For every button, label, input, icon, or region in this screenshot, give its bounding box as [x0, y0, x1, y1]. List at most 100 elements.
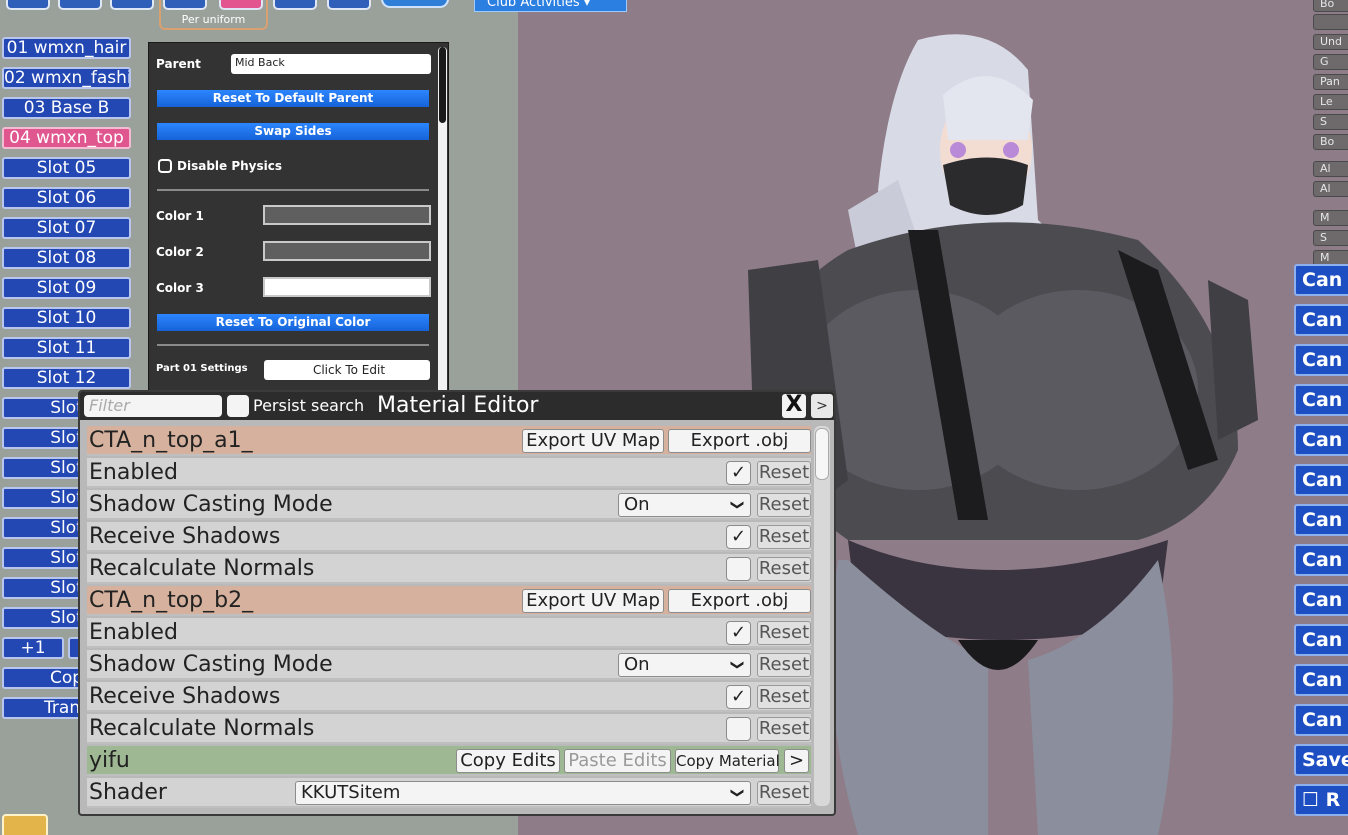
- accessory-slot[interactable]: Slot 12: [2, 367, 131, 389]
- reset-color-button[interactable]: Reset To Original Color: [157, 314, 429, 331]
- property-label: Recalculate Normals: [89, 716, 315, 741]
- right-side-button[interactable]: S: [1313, 114, 1348, 130]
- accessory-slot[interactable]: Slot 05: [2, 157, 131, 179]
- divider: [157, 344, 429, 346]
- toolbar-button-6[interactable]: [273, 0, 317, 10]
- filter-input[interactable]: Filter: [84, 395, 222, 417]
- corner-toggle-icon[interactable]: [2, 814, 48, 835]
- toolbar-button-3[interactable]: [110, 0, 154, 10]
- material-property-row: Enabled ✓ Reset: [87, 618, 811, 648]
- click-to-edit-button[interactable]: Click To Edit: [264, 360, 430, 380]
- camera-button[interactable]: Can: [1294, 264, 1348, 296]
- export-obj-button[interactable]: Export .obj: [668, 429, 811, 453]
- camera-button[interactable]: Can: [1294, 584, 1348, 616]
- accessory-slot[interactable]: Slot 07: [2, 217, 131, 239]
- club-activities-dropdown[interactable]: Club Activities ▾: [474, 0, 627, 12]
- unchecked-checkbox[interactable]: [726, 557, 751, 581]
- copy-edits-button[interactable]: Copy Edits: [456, 749, 560, 773]
- accessory-slot[interactable]: Slot 09: [2, 277, 131, 299]
- checked-checkbox[interactable]: ✓: [726, 525, 751, 549]
- shadow-casting-mode-select[interactable]: On ❯: [618, 493, 751, 517]
- accessory-slot[interactable]: 01 wmxn_hair: [2, 37, 131, 59]
- property-label: Shadow Casting Mode: [89, 652, 333, 677]
- reset-camera-button[interactable]: ☐ R: [1294, 784, 1348, 816]
- shader-select[interactable]: KKUTSitem ❯: [295, 781, 751, 805]
- export-uv-map-button[interactable]: Export UV Map: [522, 589, 664, 613]
- right-side-button[interactable]: Al: [1313, 161, 1348, 177]
- reset-button[interactable]: Reset: [757, 525, 811, 549]
- checked-checkbox[interactable]: ✓: [726, 685, 751, 709]
- camera-button[interactable]: Can: [1294, 384, 1348, 416]
- camera-button[interactable]: Can: [1294, 704, 1348, 736]
- reset-button[interactable]: Reset: [757, 685, 811, 709]
- toolbar-button-7[interactable]: [327, 0, 371, 10]
- checked-checkbox[interactable]: ✓: [726, 621, 751, 645]
- reset-button[interactable]: Reset: [757, 621, 811, 645]
- right-side-button[interactable]: Al: [1313, 181, 1348, 197]
- right-side-button[interactable]: S: [1313, 230, 1348, 246]
- right-side-button[interactable]: Pan: [1313, 74, 1348, 90]
- paste-edits-button[interactable]: Paste Edits: [564, 749, 671, 773]
- save-button[interactable]: Save: [1294, 744, 1348, 776]
- reset-button[interactable]: Reset: [757, 781, 811, 805]
- persist-search-checkbox[interactable]: [227, 395, 249, 417]
- color3-swatch[interactable]: [263, 277, 431, 297]
- reset-button[interactable]: Reset: [757, 653, 811, 677]
- disable-physics-label: Disable Physics: [177, 159, 283, 173]
- shader-row: Shader KKUTSitem ❯ Reset: [87, 778, 811, 808]
- camera-button[interactable]: Can: [1294, 304, 1348, 336]
- camera-button[interactable]: Can: [1294, 464, 1348, 496]
- right-side-button[interactable]: G: [1313, 54, 1348, 70]
- camera-button[interactable]: Can: [1294, 624, 1348, 656]
- reset-parent-button[interactable]: Reset To Default Parent: [157, 90, 429, 107]
- expand-button[interactable]: >: [811, 394, 833, 418]
- reset-button[interactable]: Reset: [757, 557, 811, 581]
- camera-button[interactable]: Can: [1294, 424, 1348, 456]
- export-uv-map-button[interactable]: Export UV Map: [522, 429, 664, 453]
- color3-label: Color 3: [156, 281, 204, 295]
- right-side-button[interactable]: Und: [1313, 34, 1348, 50]
- material-scrollbar[interactable]: [814, 426, 830, 806]
- checked-checkbox[interactable]: ✓: [726, 461, 751, 485]
- copy-material-button[interactable]: Copy Material: [675, 749, 780, 773]
- color1-swatch[interactable]: [263, 205, 431, 225]
- camera-button[interactable]: Can: [1294, 664, 1348, 696]
- right-side-button[interactable]: [1313, 14, 1348, 30]
- reset-button[interactable]: Reset: [757, 461, 811, 485]
- accessory-slot[interactable]: Slot 06: [2, 187, 131, 209]
- reset-button[interactable]: Reset: [757, 717, 811, 741]
- export-obj-button[interactable]: Export .obj: [668, 589, 811, 613]
- right-side-button[interactable]: Le: [1313, 94, 1348, 110]
- accessory-slot[interactable]: Slot 11: [2, 337, 131, 359]
- reset-button[interactable]: Reset: [757, 493, 811, 517]
- camera-button[interactable]: Can: [1294, 544, 1348, 576]
- right-side-button[interactable]: Bo: [1313, 134, 1348, 150]
- checkmark-icon: ✓: [730, 622, 747, 643]
- color2-swatch[interactable]: [263, 241, 431, 261]
- right-side-button[interactable]: Bo: [1313, 0, 1348, 12]
- toolbar-button-1[interactable]: [6, 0, 50, 10]
- panel-scrollbar-thumb[interactable]: [439, 47, 446, 123]
- accessory-slot[interactable]: Slot 10: [2, 307, 131, 329]
- accessory-slot[interactable]: 02 wmxn_fashi: [2, 67, 131, 89]
- shadow-casting-mode-select[interactable]: On ❯: [618, 653, 751, 677]
- disable-physics-checkbox[interactable]: [158, 159, 172, 173]
- camera-button[interactable]: Can: [1294, 344, 1348, 376]
- material-scrollbar-thumb[interactable]: [815, 428, 829, 480]
- right-side-button[interactable]: M: [1313, 210, 1348, 226]
- parent-field[interactable]: Mid Back: [231, 54, 431, 74]
- toolbar-button-2[interactable]: [58, 0, 102, 10]
- material-property-row: Shadow Casting Mode On ❯ Reset: [87, 650, 811, 680]
- accessory-slot[interactable]: 04 wmxn_top: [2, 127, 131, 149]
- shader-more-button[interactable]: >: [784, 749, 809, 773]
- camera-button[interactable]: Can: [1294, 504, 1348, 536]
- unchecked-checkbox[interactable]: [726, 717, 751, 741]
- toolbar-pill-button[interactable]: [381, 0, 449, 8]
- accessory-slot[interactable]: Slot 08: [2, 247, 131, 269]
- accessory-slot[interactable]: 03 Base B: [2, 97, 131, 119]
- persist-search-label: Persist search: [253, 396, 365, 415]
- close-icon[interactable]: X: [782, 394, 806, 418]
- material-name: CTA_n_top_a1_: [89, 428, 253, 453]
- accessory-slot[interactable]: +1: [2, 637, 64, 659]
- swap-sides-button[interactable]: Swap Sides: [157, 123, 429, 140]
